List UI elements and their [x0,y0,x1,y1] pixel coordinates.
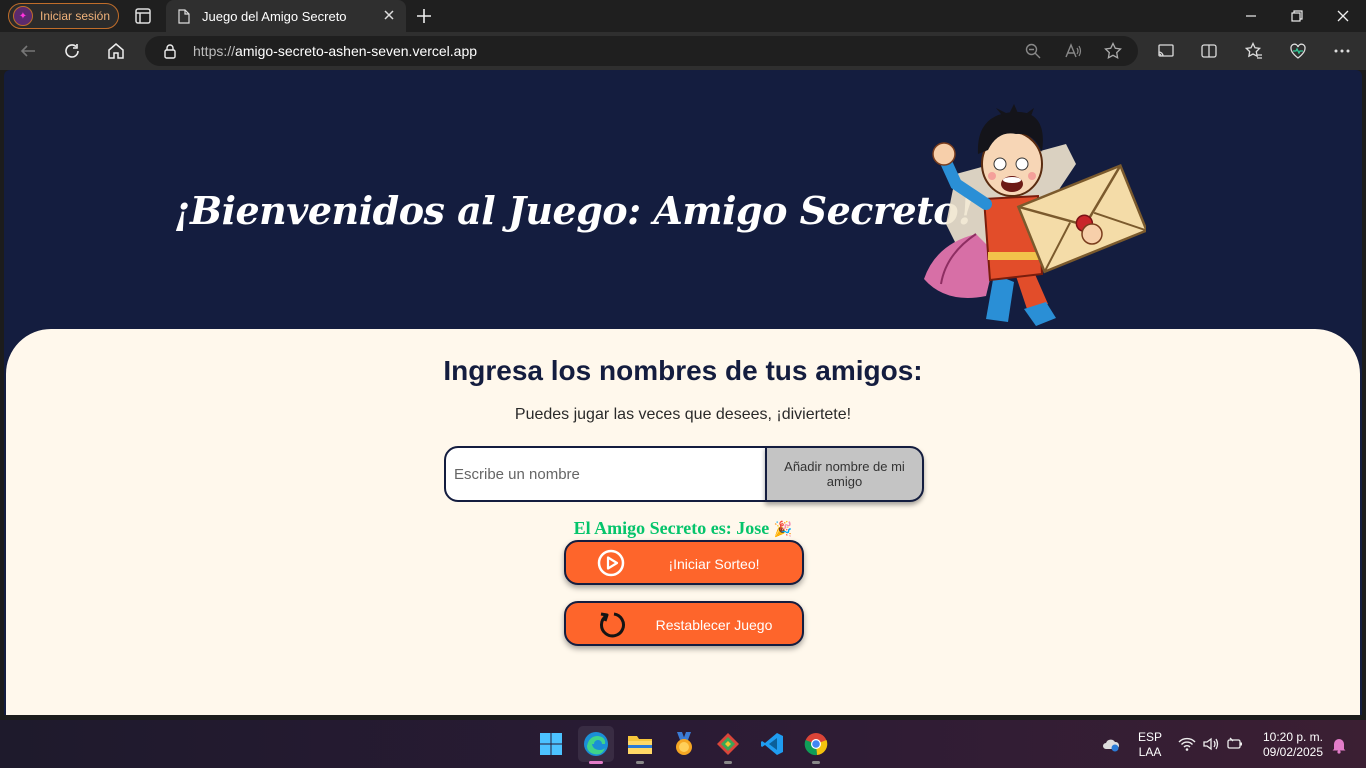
chrome-icon [804,733,828,756]
add-friend-button[interactable]: Añadir nombre de mi amigo [765,446,924,502]
reset-arrow-icon [599,612,625,638]
party-popper-icon: 🎉 [773,522,793,538]
cast-icon[interactable] [1157,42,1175,60]
folder-icon [628,736,652,754]
play-icon [597,549,625,577]
taskbar-medal-app[interactable] [666,726,702,762]
taskbar-git-app[interactable] [710,726,746,764]
taskbar-file-explorer[interactable] [622,726,658,764]
taskbar-chrome[interactable] [798,726,834,764]
split-screen-icon[interactable] [1200,42,1218,60]
start-button[interactable] [533,726,569,762]
draw-button[interactable]: ¡Iniciar Sorteo! [564,540,804,585]
browser-essentials-icon[interactable] [1289,42,1307,60]
favorites-icon[interactable] [1245,42,1263,60]
url-text[interactable]: https://amigo-secreto-ashen-seven.vercel… [193,43,477,59]
medal-icon [676,732,692,755]
windows-logo-icon [540,733,562,755]
restore-icon[interactable] [1289,8,1305,24]
superhero-with-envelope-image [924,104,1146,326]
edge-icon [584,732,608,756]
profile-button[interactable]: ✦ Iniciar sesión [8,3,119,29]
address-bar[interactable]: https://amigo-secreto-ashen-seven.vercel… [145,36,1138,66]
section-subtitle: Puedes jugar las veces que desees, ¡divi… [514,406,852,423]
minimize-icon[interactable] [1243,8,1259,24]
new-tab-icon[interactable] [415,7,433,25]
taskbar: ESP LAA 10:20 p. m. 09/02/2025 [0,720,1366,768]
battery-icon[interactable] [1226,735,1244,753]
result-message: El Amigo Secreto es: Jose 🎉 [6,518,1360,539]
clock[interactable]: 10:20 p. m. 09/02/2025 [1256,730,1330,760]
tab-actions-icon[interactable] [134,7,152,25]
tab-title: Juego del Amigo Secreto [202,8,347,24]
vscode-icon [761,733,783,755]
tab-active[interactable]: Juego del Amigo Secreto [166,0,406,32]
friends-input-card: Ingresa los nombres de tus amigos: Puede… [5,328,1361,715]
zoom-out-icon[interactable] [1024,42,1042,60]
refresh-icon[interactable] [63,42,81,60]
git-diamond-icon [717,733,739,755]
taskbar-edge[interactable] [578,726,614,764]
notification-bell-icon[interactable] [1330,736,1348,754]
reset-button-label: Restablecer Juego [655,617,773,633]
reset-button[interactable]: Restablecer Juego [564,601,804,646]
friend-name-input[interactable] [444,446,774,502]
page-viewport: ¡Bienvenidos al Juego: Amigo Secreto! In… [4,70,1362,715]
section-title: Ingresa los nombres de tus amigos: [443,355,923,386]
lock-icon[interactable] [163,43,177,59]
close-tab-icon[interactable] [382,8,396,22]
profile-avatar-icon: ✦ [13,6,33,26]
draw-button-label: ¡Iniciar Sorteo! [668,556,760,572]
more-options-icon[interactable] [1333,42,1351,60]
wifi-icon[interactable] [1178,735,1196,753]
read-aloud-icon[interactable] [1064,42,1082,60]
onedrive-sync-icon[interactable] [1102,736,1120,754]
back-icon[interactable] [19,42,37,60]
favorite-star-icon[interactable] [1104,42,1122,60]
document-icon [178,8,190,24]
language-indicator[interactable]: ESP LAA [1137,730,1163,760]
profile-label: Iniciar sesión [40,9,111,23]
browser-toolbar: https://amigo-secreto-ashen-seven.vercel… [0,32,1366,70]
volume-icon[interactable] [1202,735,1220,753]
browser-title-bar: ✦ Iniciar sesión Juego del Amigo Secreto [0,0,1366,32]
home-icon[interactable] [107,42,125,60]
close-window-icon[interactable] [1335,8,1351,24]
result-text: El Amigo Secreto es: Jose [573,518,770,538]
taskbar-vscode[interactable] [754,726,790,762]
